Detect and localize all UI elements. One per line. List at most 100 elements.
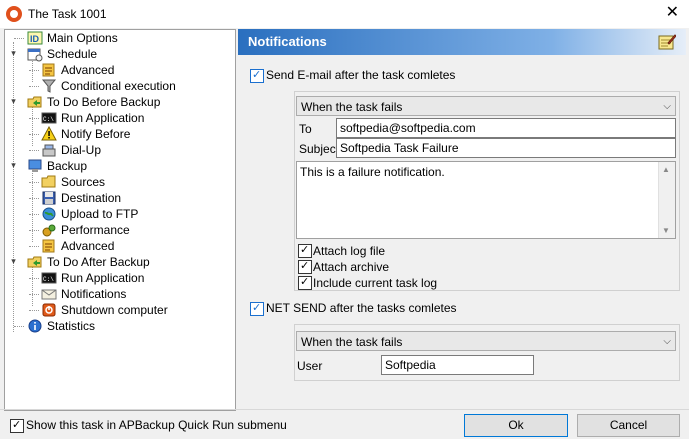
tree-item-label: Advanced — [61, 239, 115, 253]
tree-item-backup[interactable]: ▾ Backup — [9, 158, 229, 174]
tree-item-run-application-after[interactable]: C:\ Run Application — [29, 270, 229, 286]
tree-item-upload-to-ftp[interactable]: Upload to FTP — [29, 206, 229, 222]
tree-item-main-options[interactable]: ID Main Options — [9, 30, 229, 46]
subject-field[interactable]: Softpedia Task Failure — [336, 138, 676, 158]
tree-item-schedule-advanced[interactable]: Advanced — [29, 62, 229, 78]
tree-item-to-do-before-backup[interactable]: ▾ To Do Before Backup — [9, 94, 229, 110]
quick-run-checkbox[interactable] — [10, 418, 24, 433]
tree-item-to-do-after-backup[interactable]: ▾ To Do After Backup — [9, 254, 229, 270]
globe-upload-icon — [42, 207, 56, 221]
tree-item-label: Destination — [61, 191, 122, 205]
shutdown-icon — [42, 303, 56, 317]
message-scrollbar[interactable]: ▲ ▼ — [658, 162, 675, 238]
tree-item-dial-up[interactable]: Dial-Up — [29, 142, 229, 158]
cancel-button[interactable]: Cancel — [577, 414, 680, 437]
dialup-icon — [42, 144, 56, 157]
scroll-down-icon[interactable]: ▼ — [662, 226, 670, 235]
id-card-icon: ID — [27, 31, 43, 45]
subject-field-value: Softpedia Task Failure — [340, 141, 459, 155]
warning-icon — [41, 126, 57, 141]
attach-archive-checkbox[interactable] — [298, 259, 312, 274]
options-tree[interactable]: ID Main Options ▾ Schedule Advanced Cond… — [4, 29, 236, 411]
ok-button[interactable]: Ok — [464, 414, 568, 437]
collapse-chevron-icon[interactable]: ▾ — [9, 257, 18, 266]
email-condition-value: When the task fails — [301, 100, 403, 114]
collapse-chevron-icon[interactable]: ▾ — [9, 97, 18, 106]
folder-arrow-icon — [27, 96, 42, 108]
subject-label: Subject — [299, 142, 340, 156]
folder-arrow-icon — [27, 256, 42, 268]
user-field-value: Softpedia — [385, 358, 436, 372]
message-text: This is a failure notification. — [300, 165, 445, 179]
svg-text:C:\: C:\ — [43, 116, 54, 123]
advanced-icon — [42, 63, 55, 77]
envelope-icon — [41, 289, 57, 300]
panel-header: Notifications — [238, 29, 686, 55]
panel-title: Notifications — [248, 34, 327, 49]
console-icon: C:\ — [41, 272, 57, 284]
collapse-chevron-icon[interactable]: ▾ — [9, 161, 18, 170]
tree-item-label: Sources — [61, 175, 106, 189]
chevron-down-icon: ⌵ — [663, 336, 671, 347]
net-send-condition-dropdown[interactable]: When the task fails ⌵ — [296, 331, 676, 351]
console-icon: C:\ — [41, 112, 57, 124]
tree-item-shutdown-computer[interactable]: Shutdown computer — [29, 302, 229, 318]
chevron-down-icon: ⌵ — [663, 101, 671, 112]
tree-item-statistics[interactable]: Statistics — [9, 318, 229, 334]
tree-item-label: Backup — [47, 159, 88, 173]
to-field[interactable]: softpedia@softpedia.com — [336, 118, 676, 138]
advanced-icon — [42, 239, 55, 253]
net-send-checkbox[interactable] — [250, 301, 264, 316]
send-email-checkbox[interactable] — [250, 68, 264, 83]
net-send-condition-value: When the task fails — [301, 335, 403, 349]
tree-item-label: Upload to FTP — [61, 207, 139, 221]
notepad-pencil-icon — [658, 34, 676, 50]
include-log-checkbox[interactable] — [298, 275, 312, 290]
tree-item-label: To Do Before Backup — [47, 95, 161, 109]
scroll-up-icon[interactable]: ▲ — [662, 165, 670, 174]
tree-item-destination[interactable]: Destination — [29, 190, 229, 206]
notifications-panel: Notifications Send E-mail after the task… — [238, 29, 686, 409]
svg-text:ID: ID — [30, 34, 40, 44]
floppy-disk-icon — [42, 191, 56, 205]
message-textarea[interactable]: This is a failure notification. ▲ ▼ — [296, 161, 676, 239]
window-title: The Task 1001 — [28, 7, 107, 21]
tree-item-label: Shutdown computer — [61, 303, 168, 317]
attach-log-checkbox[interactable] — [298, 243, 312, 258]
title-bar: The Task 1001 ✕ — [0, 0, 689, 28]
close-icon[interactable]: ✕ — [666, 4, 679, 22]
user-field[interactable]: Softpedia — [381, 355, 534, 375]
tree-item-backup-advanced[interactable]: Advanced — [29, 238, 229, 254]
tree-item-label: Run Application — [61, 271, 145, 285]
include-log-label: Include current task log — [313, 276, 438, 290]
tree-item-performance[interactable]: Performance — [29, 222, 229, 238]
tree-item-notifications[interactable]: Notifications — [29, 286, 229, 302]
email-condition-dropdown[interactable]: When the task fails ⌵ — [296, 96, 676, 116]
tree-item-conditional-execution[interactable]: Conditional execution — [29, 78, 229, 94]
quick-run-label: Show this task in APBackup Quick Run sub… — [26, 418, 287, 432]
attach-log-label: Attach log file — [313, 244, 386, 258]
tree-item-notify-before[interactable]: Notify Before — [29, 126, 229, 142]
tree-item-sources[interactable]: Sources — [29, 174, 229, 190]
net-send-label: NET SEND after the tasks comletes — [266, 301, 457, 315]
filter-funnel-icon — [41, 79, 57, 93]
svg-text:C:\: C:\ — [43, 276, 54, 283]
tree-item-label: Dial-Up — [61, 143, 102, 157]
user-label: User — [297, 359, 323, 373]
tree-item-label: Notify Before — [61, 127, 131, 141]
tree-item-label: Performance — [61, 223, 130, 237]
tree-item-label: Advanced — [61, 63, 115, 77]
folder-icon — [41, 175, 56, 188]
tree-item-label: Run Application — [61, 111, 145, 125]
tree-item-schedule[interactable]: ▾ Schedule — [9, 46, 229, 62]
tree-item-label: Statistics — [47, 319, 96, 333]
tree-item-label: Schedule — [47, 47, 98, 61]
tree-item-label: Conditional execution — [61, 79, 176, 93]
tree-item-run-application-before[interactable]: C:\ Run Application — [29, 110, 229, 126]
app-lifebuoy-icon — [6, 6, 22, 22]
footer-divider — [0, 409, 689, 410]
to-label: To — [299, 122, 312, 136]
attach-archive-label: Attach archive — [313, 260, 390, 274]
performance-icon — [42, 224, 56, 237]
collapse-chevron-icon[interactable]: ▾ — [9, 49, 18, 58]
